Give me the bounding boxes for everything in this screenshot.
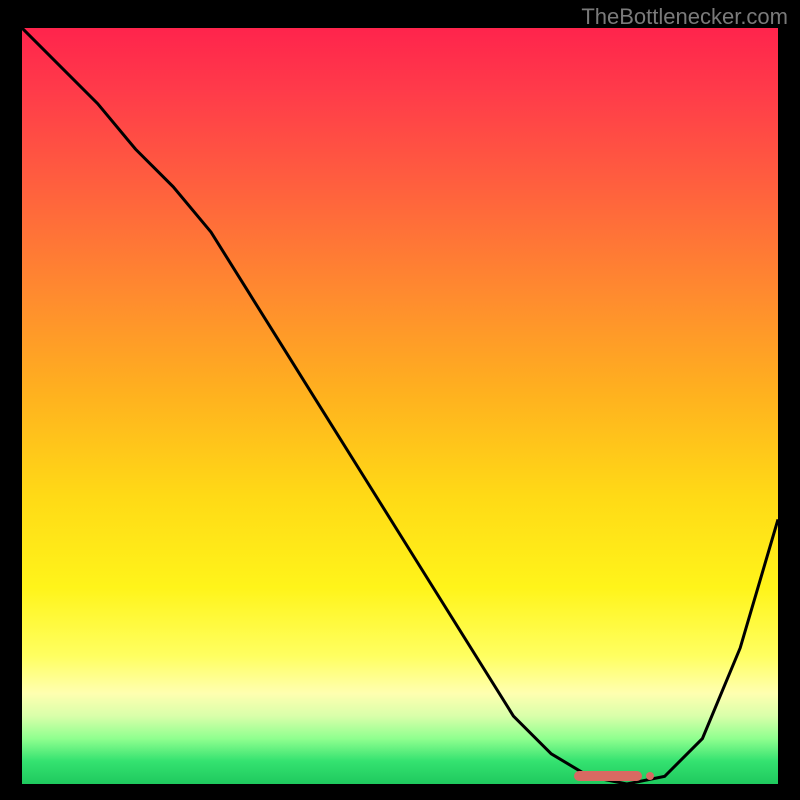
bottleneck-curve — [22, 28, 778, 784]
watermark-text: TheBottlenecker.com — [581, 4, 788, 30]
optimum-marker — [574, 771, 642, 781]
